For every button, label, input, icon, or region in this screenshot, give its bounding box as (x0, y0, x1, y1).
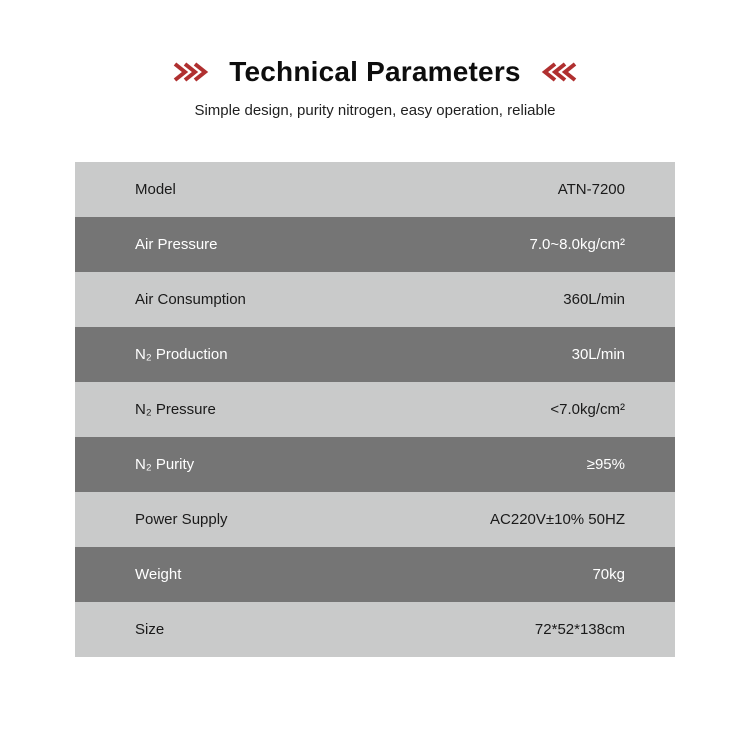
table-row: Air Pressure 7.0~8.0kg/cm² (75, 217, 675, 272)
table-row: Size 72*52*138cm (75, 602, 675, 657)
page-title: Technical Parameters (229, 56, 521, 87)
table-row: Weight 70kg (75, 547, 675, 602)
spec-label: N₂ Production (135, 346, 228, 363)
table-row: N₂ Production 30L/min (75, 327, 675, 382)
spec-label: N₂ Pressure (135, 401, 216, 418)
spec-value: 30L/min (571, 346, 625, 363)
spec-value: <7.0kg/cm² (550, 401, 625, 418)
spec-label: N₂ Purity (135, 456, 195, 473)
spec-label: Air Pressure (135, 236, 218, 253)
specifications-table: Model ATN-7200 Air Pressure 7.0~8.0kg/cm² Ai… (75, 162, 675, 657)
spec-label: Model (135, 181, 176, 198)
page-subtitle: Simple design, purity nitrogen, easy ope… (194, 102, 556, 119)
spec-value: ATN-7200 (557, 181, 625, 198)
spec-value: 72*52*138cm (534, 621, 625, 638)
spec-value: 360L/min (563, 291, 625, 308)
spec-value: 70kg (592, 566, 625, 583)
table-row: Power Supply AC220V±10% 50HZ (75, 492, 675, 547)
spec-label: Weight (135, 566, 182, 583)
spec-value: 7.0~8.0kg/cm² (529, 236, 625, 253)
title-row: Technical Parameters (0, 52, 750, 92)
spec-value: AC220V±10% 50HZ (490, 511, 625, 528)
triple-chevron-right-icon (174, 62, 209, 82)
triple-chevron-left-icon (541, 62, 576, 82)
spec-label: Size (135, 621, 165, 638)
table-row: Air Consumption 360L/min (75, 272, 675, 327)
table-row: N₂ Purity ≥95% (75, 437, 675, 492)
table-row: Model ATN-7200 (75, 162, 675, 217)
technical-parameters-page: Technical Parameters Simple design, puri… (0, 0, 750, 750)
table-row: N₂ Pressure <7.0kg/cm² (75, 382, 675, 437)
spec-label: Air Consumption (135, 291, 246, 308)
spec-label: Power Supply (135, 511, 228, 528)
spec-value: ≥95% (586, 456, 625, 473)
page-header: Technical Parameters Simple design, puri… (0, 0, 750, 121)
